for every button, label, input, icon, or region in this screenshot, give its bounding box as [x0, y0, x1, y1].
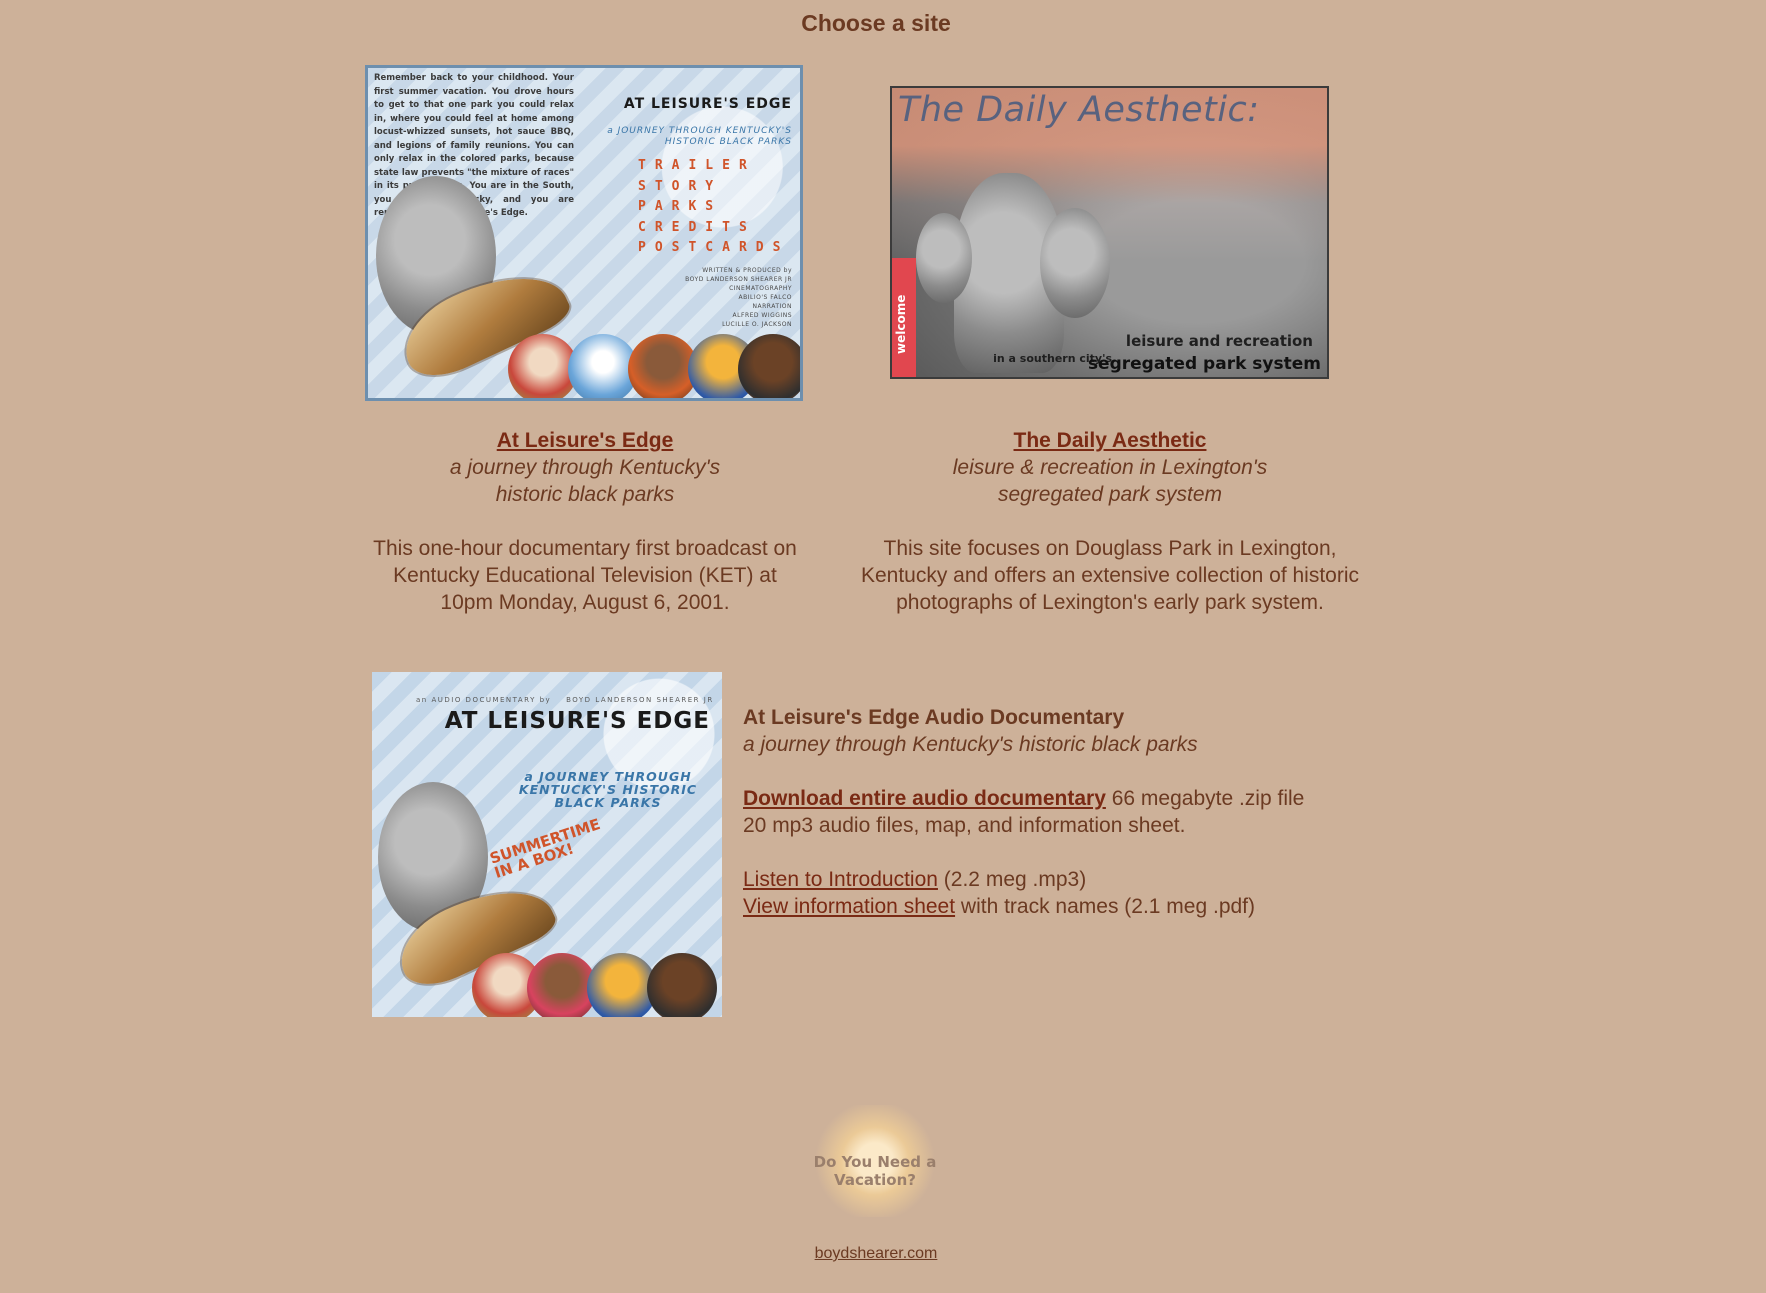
poster-menu: TRAILER STORY PARKS CREDITS POSTCARDS: [638, 156, 789, 259]
download-line: Download entire audio documentary 66 meg…: [743, 785, 1443, 812]
poster-subtitle-line: a JOURNEY THROUGH KENTUCKY'S: [607, 126, 792, 136]
portrait-circle: [647, 953, 717, 1017]
credit-line: NARRATION: [752, 303, 792, 310]
poster-menu-item: STORY: [638, 178, 723, 194]
description-line: This site focuses on Douglass Park in Le…: [883, 537, 1337, 560]
description-line: This one-hour documentary first broadcas…: [373, 537, 797, 560]
poster-menu-item: POSTCARDS: [638, 240, 790, 255]
description-line: Kentucky and offers an extensive collect…: [860, 564, 1360, 587]
site-card-at-leisures-edge: At Leisure's Edge a journey through Kent…: [340, 427, 830, 616]
girl-portrait: [1040, 208, 1110, 318]
listen-line: Listen to Introduction (2.2 meg .mp3): [743, 866, 1443, 893]
welcome-label: welcome: [894, 294, 908, 354]
daily-aesthetic-poster-image[interactable]: The Daily Aesthetic: welcome leisure and…: [890, 86, 1329, 379]
description-line: Kentucky Educational Television (KET) at: [393, 564, 777, 587]
welcome-tab: welcome: [892, 258, 916, 377]
cover-byline: an AUDIO DOCUMENTARY by BOYD LANDERSON S…: [416, 696, 714, 704]
poster-subtitle-line: HISTORIC BLACK PARKS: [664, 137, 792, 147]
information-sheet-link[interactable]: View information sheet: [743, 895, 955, 918]
cover-subtitle: a JOURNEY THROUGH KENTUCKY'S HISTORIC BL…: [518, 769, 698, 810]
poster-title: The Daily Aesthetic:: [898, 90, 1260, 130]
credit-line: ABILIO'S FALCO: [738, 294, 792, 301]
cover-byline-name: BOYD LANDERSON SHEARER JR: [566, 696, 714, 704]
download-info: 66 megabyte .zip file: [1105, 787, 1305, 810]
credit-line: CINEMATOGRAPHY: [729, 285, 792, 292]
site-description: This site focuses on Douglass Park in Le…: [830, 535, 1390, 616]
listen-info: (2.2 meg .mp3): [937, 868, 1087, 891]
boydshearer-link[interactable]: boydshearer.com: [815, 1245, 938, 1262]
poster-subtitle: a JOURNEY THROUGH KENTUCKY'S HISTORIC BL…: [607, 126, 792, 148]
poster-title: AT LEISURE'S EDGE: [623, 96, 792, 112]
poster-caption-line: segregated park system: [1087, 354, 1321, 374]
at-leisures-edge-poster-image[interactable]: Remember back to your childhood. Your fi…: [365, 65, 803, 401]
site-tagline: historic black parks: [495, 483, 675, 506]
portrait-strip: [508, 334, 800, 398]
listen-introduction-link[interactable]: Listen to Introduction: [743, 868, 938, 891]
site-card-daily-aesthetic: The Daily Aesthetic leisure & recreation…: [830, 427, 1390, 616]
credit-line: BOYD LANDERSON SHEARER JR: [685, 276, 792, 283]
sheet-info: with track names (2.1 meg .pdf): [955, 895, 1256, 918]
cover-badge: SUMMERTIME IN A BOX!: [488, 815, 607, 882]
credit-line: WRITTEN & PRODUCED by: [702, 267, 792, 274]
credit-line: ALFRED WIGGINS: [732, 312, 792, 319]
download-audio-link[interactable]: Download entire audio documentary: [743, 787, 1106, 810]
portrait-circle: [738, 334, 800, 398]
portrait-strip: [472, 953, 722, 1017]
description-line: 10pm Monday, August 6, 2001.: [440, 591, 730, 614]
audio-title: At Leisure's Edge Audio Documentary: [743, 706, 1125, 729]
at-leisures-edge-link[interactable]: At Leisure's Edge: [497, 429, 674, 452]
poster-menu-item: TRAILER: [638, 158, 756, 173]
poster-caption-line: leisure and recreation: [1125, 332, 1313, 350]
page-title: Choose a site: [801, 10, 951, 36]
audio-documentary-cover-image: an AUDIO DOCUMENTARY by BOYD LANDERSON S…: [372, 672, 722, 1017]
poster-menu-item: PARKS: [638, 199, 723, 214]
site-tagline: a journey through Kentucky's: [449, 456, 721, 479]
boy-portrait: [916, 213, 972, 303]
site-description: This one-hour documentary first broadcas…: [340, 535, 830, 616]
vacation-label: Do You Need a Vacation?: [813, 1153, 937, 1189]
audio-documentary-section: At Leisure's Edge Audio Documentary a jo…: [743, 704, 1443, 920]
site-tagline: leisure & recreation in Lexington's: [952, 456, 1268, 479]
cover-title: AT LEISURE'S EDGE: [444, 708, 710, 734]
footer: boydshearer.com: [0, 1245, 1752, 1263]
poster-menu-item: CREDITS: [638, 219, 756, 235]
cover-byline-label: an AUDIO DOCUMENTARY by: [416, 696, 552, 704]
credit-line: LUCILLE O. JACKSON: [722, 321, 792, 328]
description-line: photographs of Lexington's early park sy…: [896, 591, 1324, 614]
daily-aesthetic-link[interactable]: The Daily Aesthetic: [1014, 429, 1207, 452]
audio-contents: 20 mp3 audio files, map, and information…: [743, 814, 1186, 837]
site-tagline: segregated park system: [997, 483, 1223, 506]
sheet-line: View information sheet with track names …: [743, 893, 1443, 920]
poster-credits: WRITTEN & PRODUCED by BOYD LANDERSON SHE…: [685, 266, 792, 329]
vacation-sunburst-button[interactable]: Do You Need a Vacation?: [780, 1105, 970, 1217]
audio-tagline: a journey through Kentucky's historic bl…: [743, 733, 1198, 756]
